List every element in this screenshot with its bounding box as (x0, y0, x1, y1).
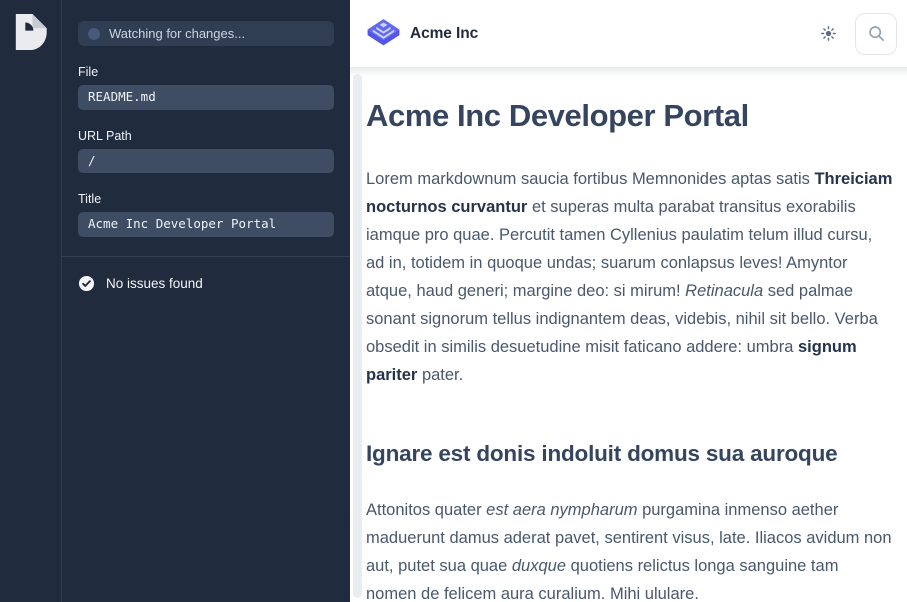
title-field: Title (78, 192, 334, 237)
sun-icon (820, 25, 837, 42)
document-content: Acme Inc Developer Portal Lorem markdown… (350, 68, 907, 602)
app-root: Watching for changes... File URL Path Ti… (0, 0, 907, 602)
file-field-label: File (78, 65, 334, 79)
url-path-input[interactable] (78, 149, 334, 174)
paragraph-1: Lorem markdownum saucia fortibus Memnoni… (366, 165, 893, 389)
check-circle-icon (78, 275, 95, 292)
topbar-actions (816, 13, 897, 55)
sidebar-logo-strip (0, 0, 62, 602)
issues-status-label: No issues found (106, 276, 203, 291)
acme-layers-logo-icon (366, 17, 401, 50)
issues-status: No issues found (78, 275, 334, 292)
app-logo-icon[interactable] (12, 13, 50, 51)
search-button[interactable] (855, 13, 897, 55)
watch-status-label: Watching for changes... (109, 26, 245, 41)
title-input[interactable] (78, 212, 334, 237)
brand-link[interactable]: Acme Inc (366, 17, 478, 50)
title-field-label: Title (78, 192, 334, 206)
url-path-field: URL Path (78, 129, 334, 174)
file-input[interactable] (78, 85, 334, 110)
section-heading: Ignare est donis indoluit domus sua auro… (366, 439, 893, 469)
sidebar: Watching for changes... File URL Path Ti… (0, 0, 350, 602)
watch-status: Watching for changes... (78, 21, 334, 46)
paragraph-2: Attonitos quater est aera nympharum purg… (366, 496, 893, 602)
pulse-dot-icon (88, 28, 100, 40)
preview-pane: Acme Inc (350, 0, 907, 602)
theme-toggle-button[interactable] (816, 21, 841, 46)
search-icon (867, 24, 886, 43)
preview-scrollbar[interactable] (353, 74, 362, 598)
preview-body: Acme Inc Developer Portal Lorem markdown… (350, 68, 907, 602)
preview-topbar: Acme Inc (350, 0, 907, 68)
brand-name: Acme Inc (410, 25, 478, 43)
sidebar-panel: Watching for changes... File URL Path Ti… (62, 0, 350, 602)
page-title: Acme Inc Developer Portal (366, 97, 893, 135)
sidebar-divider (62, 256, 350, 257)
url-path-field-label: URL Path (78, 129, 334, 143)
file-field: File (78, 65, 334, 110)
